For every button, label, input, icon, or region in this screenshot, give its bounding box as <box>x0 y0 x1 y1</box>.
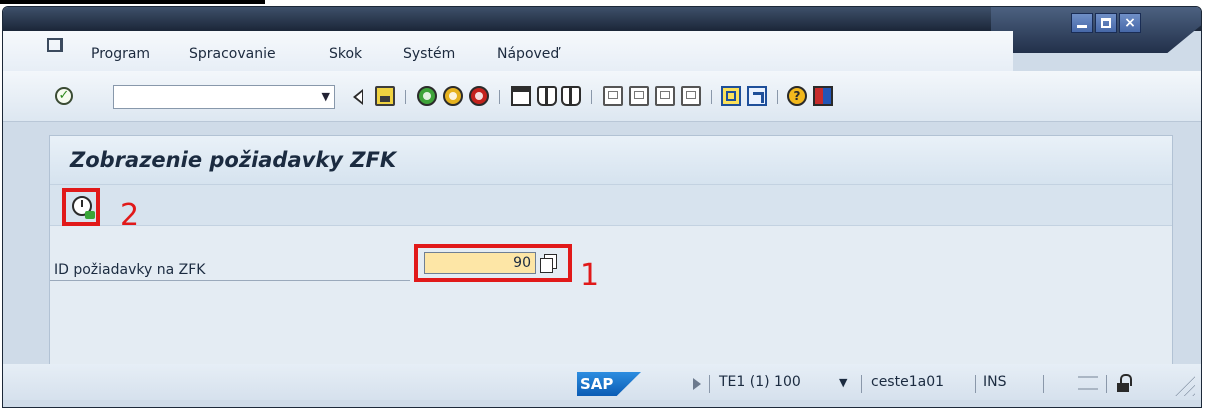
status-separator <box>1043 375 1044 393</box>
toolbar-separator <box>591 90 592 104</box>
standard-toolbar: ✓ ▼ ? <box>3 71 1201 122</box>
toolbar-separator <box>499 90 500 104</box>
tab-strip <box>0 0 265 4</box>
system-menu-icon[interactable] <box>47 38 63 52</box>
exit-icon[interactable] <box>443 86 463 106</box>
layout-icon[interactable] <box>813 86 833 106</box>
first-page-icon[interactable] <box>603 86 623 106</box>
enter-icon[interactable]: ✓ <box>55 87 73 105</box>
next-page-icon[interactable] <box>655 86 675 106</box>
menu-item-skok[interactable]: Skok <box>329 46 362 62</box>
find-icon[interactable] <box>537 86 557 106</box>
help-icon[interactable]: ? <box>787 86 807 106</box>
status-bar: SAP TE1 (1) 100 ▼ ceste1a01 INS <box>3 364 1201 400</box>
annotation-marker-1: 1 <box>580 258 600 293</box>
menu-item-napoved[interactable]: Nápoveď <box>497 46 559 62</box>
annotation-marker-2: 2 <box>120 198 140 233</box>
sap-logo: SAP <box>577 372 641 396</box>
title-bar-controls-area: × <box>991 7 1201 53</box>
shortcut-icon[interactable] <box>747 86 767 106</box>
status-expand-icon[interactable] <box>693 378 701 390</box>
sap-window: × Program Spracovanie Skok Systém Nápove… <box>2 6 1202 408</box>
toolbar-separator <box>405 90 406 104</box>
lock-icon[interactable] <box>1115 374 1132 392</box>
system-info: TE1 (1) 100 <box>719 374 801 390</box>
application-toolbar <box>50 184 1172 226</box>
minimize-button[interactable] <box>1071 13 1093 33</box>
page-title: Zobrazenie požiadavky ZFK <box>50 136 1172 184</box>
field-label-underline <box>50 280 410 281</box>
save-icon[interactable] <box>375 86 395 106</box>
status-separator <box>975 375 976 393</box>
user-name: ceste1a01 <box>871 374 945 390</box>
menu-item-program[interactable]: Program <box>91 46 150 62</box>
menu-bar: Program Spracovanie Skok Systém Nápoveď <box>3 31 1013 71</box>
highlight-box-2 <box>62 188 100 226</box>
menu-item-spracovanie[interactable]: Spracovanie <box>189 46 276 62</box>
green-back-icon[interactable] <box>417 86 437 106</box>
insert-mode: INS <box>983 374 1007 390</box>
previous-page-icon[interactable] <box>629 86 649 106</box>
print-icon[interactable] <box>511 86 531 106</box>
close-button[interactable]: × <box>1119 13 1141 33</box>
highlight-box-1 <box>414 244 572 282</box>
status-separator <box>1106 375 1107 393</box>
field-label-id: ID požiadavky na ZFK <box>54 262 206 278</box>
status-split-icon[interactable] <box>1078 376 1098 390</box>
system-dropdown-icon[interactable]: ▼ <box>839 376 847 389</box>
main-content: Zobrazenie požiadavky ZFK ID požiadavky … <box>49 135 1173 371</box>
status-separator <box>861 375 862 393</box>
new-session-icon[interactable] <box>721 86 741 106</box>
last-page-icon[interactable] <box>681 86 701 106</box>
menu-item-system[interactable]: Systém <box>403 46 455 62</box>
maximize-button[interactable] <box>1095 13 1117 33</box>
toolbar-separator <box>711 90 712 104</box>
command-field[interactable]: ▼ <box>113 85 335 109</box>
cancel-icon[interactable] <box>469 86 489 106</box>
chevron-down-icon[interactable]: ▼ <box>322 90 330 103</box>
command-input[interactable] <box>118 87 312 109</box>
resize-grip-icon[interactable] <box>1173 374 1195 396</box>
back-icon[interactable] <box>353 89 363 105</box>
toolbar-separator <box>777 90 778 104</box>
status-separator <box>709 375 710 393</box>
find-next-icon[interactable] <box>561 86 581 106</box>
